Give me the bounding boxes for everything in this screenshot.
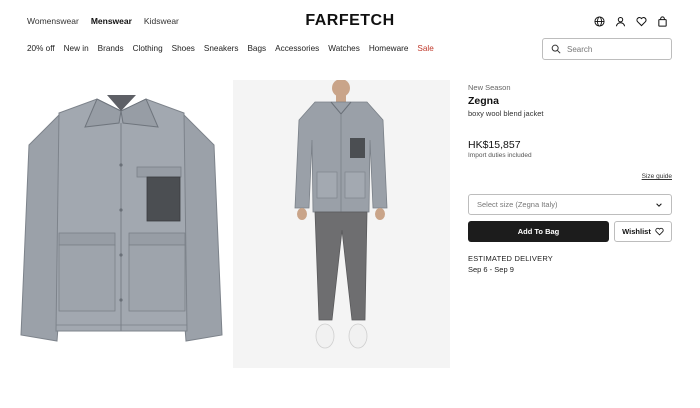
heart-icon[interactable] bbox=[636, 16, 647, 27]
size-select-label: Select size (Zegna Italy) bbox=[477, 200, 558, 209]
nav-item-homeware[interactable]: Homeware bbox=[369, 44, 409, 53]
size-guide-link[interactable]: Size guide bbox=[642, 173, 672, 180]
bag-icon[interactable] bbox=[657, 16, 668, 27]
brand-name[interactable]: Zegna bbox=[468, 95, 672, 107]
globe-icon[interactable] bbox=[594, 16, 605, 27]
nav-item-watches[interactable]: Watches bbox=[328, 44, 360, 53]
product-details: New Season Zegna boxy wool blend jacket bbox=[468, 83, 672, 118]
search-icon bbox=[551, 44, 561, 54]
size-select[interactable]: Select size (Zegna Italy) bbox=[468, 194, 672, 215]
nav-item-bags[interactable]: Bags bbox=[247, 44, 266, 53]
account-icon[interactable] bbox=[615, 16, 626, 27]
season-label: New Season bbox=[468, 83, 511, 92]
nav-item-brands[interactable]: Brands bbox=[98, 44, 124, 53]
chevron-down-icon bbox=[656, 202, 662, 207]
nav-item-accessories[interactable]: Accessories bbox=[275, 44, 319, 53]
search-input[interactable] bbox=[567, 44, 667, 54]
nav-item-sale[interactable]: Sale bbox=[417, 44, 433, 53]
header-icons bbox=[594, 16, 668, 27]
top-bar: Womenswear Menswear Kidswear FARFETCH bbox=[0, 0, 700, 40]
search-box[interactable] bbox=[542, 38, 672, 60]
wishlist-button[interactable]: Wishlist bbox=[614, 221, 672, 242]
product-image-jacket[interactable] bbox=[19, 85, 224, 348]
product-price: HK$15,857 bbox=[468, 139, 521, 151]
category-nav: 20% off New in Brands Clothing Shoes Sne… bbox=[27, 44, 434, 53]
nav-item-shoes[interactable]: Shoes bbox=[172, 44, 195, 53]
estimated-delivery-date: Sep 6 - Sep 9 bbox=[468, 265, 514, 274]
nav-item-sneakers[interactable]: Sneakers bbox=[204, 44, 239, 53]
heart-icon bbox=[655, 227, 664, 236]
wishlist-label: Wishlist bbox=[622, 227, 651, 236]
nav-item-20-off[interactable]: 20% off bbox=[27, 44, 55, 53]
product-name: boxy wool blend jacket bbox=[468, 109, 544, 118]
nav-item-clothing[interactable]: Clothing bbox=[133, 44, 163, 53]
estimated-delivery-label: ESTIMATED DELIVERY bbox=[468, 254, 554, 263]
add-to-bag-button[interactable]: Add To Bag bbox=[468, 221, 609, 242]
product-image-model[interactable] bbox=[233, 79, 450, 368]
nav-item-new-in[interactable]: New in bbox=[64, 44, 89, 53]
duties-note: Import duties included bbox=[468, 152, 532, 159]
